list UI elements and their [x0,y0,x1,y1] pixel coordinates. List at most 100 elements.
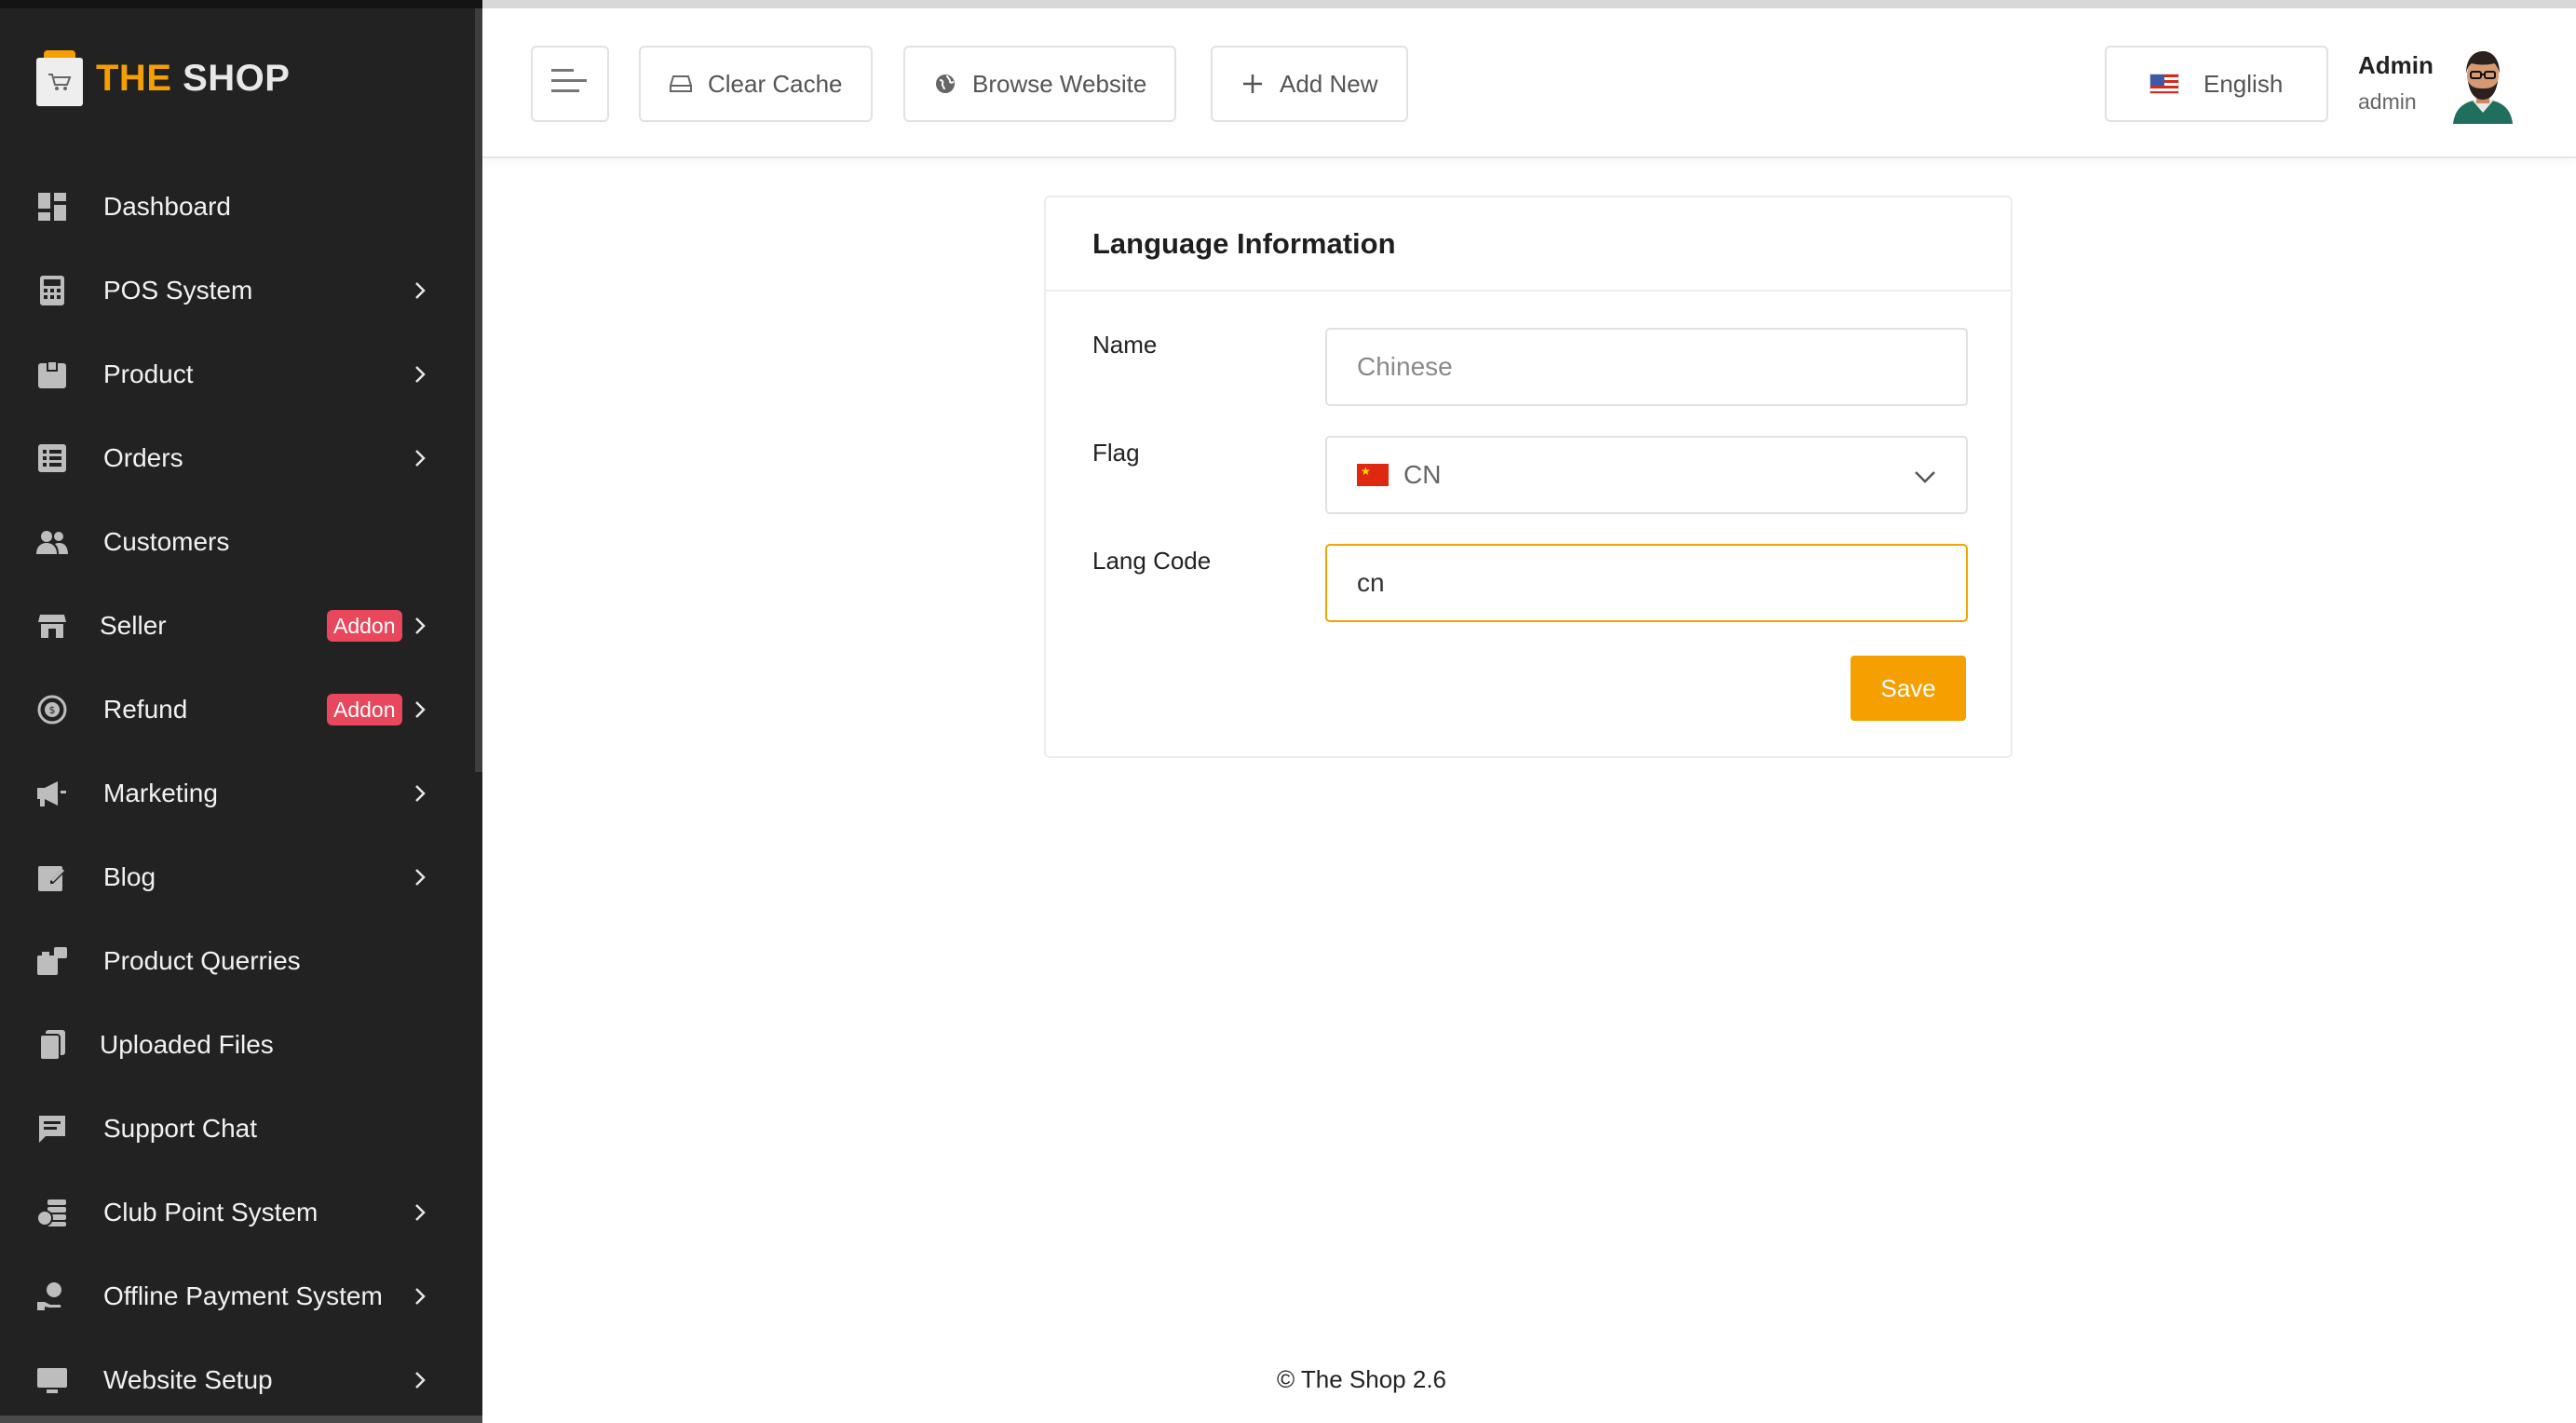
brand-name: THE SHOP [96,57,291,99]
sidebar-item-customers[interactable]: Customers [0,500,475,584]
lang-code-input[interactable] [1357,568,1936,598]
list-icon [35,441,69,475]
cn-flag-icon: ★ [1357,464,1389,486]
sidebar-item-label: Product Querries [103,946,301,975]
product-icon [35,358,69,391]
sidebar-item-blog[interactable]: Blog [0,835,475,919]
chat-icon [35,1112,69,1145]
sidebar: THE SHOP Dashboard POS System Product Or… [0,0,482,1423]
save-button[interactable]: Save [1851,656,1966,721]
calculator-icon [35,274,69,307]
files-icon [35,1028,69,1062]
user-role: admin [2358,89,2417,114]
refund-icon: $ [35,693,69,726]
sidebar-item-club-point-system[interactable]: Club Point System [0,1171,475,1254]
sidebar-item-label: Product [103,359,194,388]
payment-icon [35,1280,69,1313]
sidebar-item-orders[interactable]: Orders [0,416,475,500]
copyright-text: © The Shop 2.6 [1276,1365,1447,1393]
flag-select[interactable]: ★ CN [1325,436,1968,514]
sidebar-item-offline-payment-system[interactable]: Offline Payment System [0,1254,475,1338]
chevron-down-icon [1914,460,1936,490]
us-flag-icon [2149,74,2179,94]
language-information-card: Language Information Name Flag ★ CN Lang… [1044,196,2013,758]
hard-drive-icon [669,72,693,96]
dashboard-icon [35,190,69,224]
sidebar-item-label: Orders [103,443,183,472]
sidebar-item-label: Offline Payment System [103,1281,383,1310]
chevron-right-icon [410,699,430,720]
sidebar-item-label: Support Chat [103,1114,257,1143]
megaphone-icon [35,777,69,810]
name-input[interactable] [1357,352,1936,382]
monitor-icon [35,1363,69,1397]
coins-icon [35,1196,69,1229]
chevron-right-icon [410,616,430,636]
add-new-button[interactable]: Add New [1211,46,1408,122]
blog-icon [35,861,69,894]
sidebar-item-label: Uploaded Files [100,1030,274,1059]
add-new-label: Add New [1280,69,1378,98]
footer: © The Shop 2.6 [482,1365,2576,1394]
browse-website-button[interactable]: Browse Website [903,46,1177,122]
clear-cache-button[interactable]: Clear Cache [639,46,873,122]
chevron-right-icon [410,1370,430,1390]
language-label: English [2203,69,2284,98]
sidebar-item-website-setup[interactable]: Website Setup [0,1338,475,1422]
sidebar-scrollbar[interactable] [475,8,482,772]
sidebar-item-label: Website Setup [103,1365,273,1394]
users-icon [35,525,69,559]
sidebar-item-refund[interactable]: $ Refund Addon [0,668,475,752]
query-icon [35,944,69,978]
user-name: Admin [2358,51,2434,79]
sidebar-item-product[interactable]: Product [0,332,475,416]
addon-badge: Addon [327,610,402,642]
flag-label: Flag [1092,439,1140,467]
shopping-bag-icon [36,50,83,106]
sidebar-item-label: Blog [103,862,156,891]
sidebar-horizontal-scrollbar[interactable] [0,1416,482,1423]
avatar[interactable] [2447,46,2518,124]
name-field[interactable] [1325,328,1968,406]
chevron-right-icon [410,280,430,301]
chevron-right-icon [410,448,430,468]
sidebar-item-uploaded-files[interactable]: Uploaded Files [0,1003,475,1087]
sidebar-item-label: Club Point System [103,1198,319,1226]
chevron-right-icon [410,1286,430,1307]
browse-website-label: Browse Website [972,69,1147,98]
card-title: Language Information [1046,197,2011,291]
lang-code-label: Lang Code [1092,547,1212,575]
top-header: Clear Cache Browse Website Add New Engli… [482,0,2576,158]
brand-logo[interactable]: THE SHOP [36,49,290,107]
plus-icon [1241,72,1265,96]
sidebar-item-pos-system[interactable]: POS System [0,249,475,332]
sidebar-item-label: Seller [100,611,167,640]
addon-badge: Addon [327,694,402,725]
flag-select-value: CN [1403,460,1442,489]
sidebar-item-product-querries[interactable]: Product Querries [0,919,475,1003]
lang-code-field[interactable] [1325,544,1968,622]
sidebar-item-support-chat[interactable]: Support Chat [0,1087,475,1171]
chevron-right-icon [410,364,430,385]
store-icon [35,609,69,643]
sidebar-item-dashboard[interactable]: Dashboard [0,165,475,249]
name-label: Name [1092,331,1158,359]
menu-toggle-button[interactable] [531,46,609,122]
chevron-right-icon [410,867,430,888]
user-info[interactable]: Admin admin [2358,51,2434,115]
sidebar-nav: Dashboard POS System Product Orders Cust… [0,165,475,1422]
sidebar-item-label: Refund [103,695,188,724]
chevron-right-icon [410,1202,430,1223]
globe-icon [933,72,957,96]
clear-cache-label: Clear Cache [708,69,843,98]
language-selector[interactable]: English [2105,46,2328,122]
svg-text:$: $ [49,704,56,716]
sidebar-item-label: Marketing [103,779,218,807]
sidebar-item-label: POS System [103,276,253,305]
sidebar-item-marketing[interactable]: Marketing [0,752,475,835]
sidebar-item-label: Dashboard [103,192,231,221]
sidebar-item-label: Customers [103,527,230,556]
chevron-right-icon [410,783,430,804]
sidebar-item-seller[interactable]: Seller Addon [0,584,475,668]
hamburger-icon [551,67,589,102]
